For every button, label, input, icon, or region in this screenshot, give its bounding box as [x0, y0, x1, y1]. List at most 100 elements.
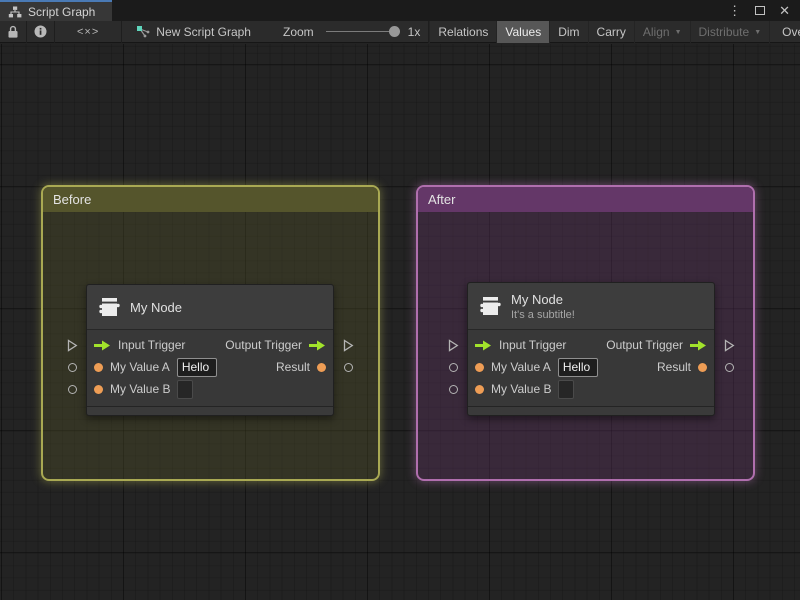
dim-label: Dim: [558, 24, 580, 39]
port-row-value-b: My Value B: [87, 378, 333, 400]
graph-toolbar: <×> New Script Graph Zoom 1x Relations V…: [0, 20, 800, 43]
node-after-input-ports: [446, 334, 460, 400]
node-before-body: Input Trigger Output Trigger My Value A: [87, 330, 333, 406]
input-trigger-label: Input Trigger: [118, 338, 186, 352]
port-row-value-b: My Value B: [468, 378, 714, 400]
info-icon: [34, 25, 47, 38]
unit-icon: [97, 296, 121, 318]
value-a-input[interactable]: [557, 357, 598, 377]
result-label: Result: [275, 360, 310, 374]
value-b-label: My Value B: [110, 382, 171, 396]
value-b-input[interactable]: [177, 379, 194, 399]
node-before[interactable]: My Node Input Trigger Output Trigger My …: [86, 284, 334, 416]
value-a-input[interactable]: [176, 357, 217, 377]
value-a-in-port[interactable]: [65, 356, 79, 378]
trigger-in-port[interactable]: [65, 334, 79, 356]
port-row-value-a: My Value A Result: [468, 356, 714, 378]
value-port-icon: [475, 384, 484, 394]
window-menu-icon[interactable]: ⋮: [728, 3, 741, 19]
lock-button[interactable]: [0, 21, 26, 43]
graph-asset-icon: [136, 25, 150, 38]
dim-button[interactable]: Dim: [550, 20, 589, 43]
overview-button[interactable]: Overview: [774, 21, 800, 43]
value-port-icon: [94, 362, 103, 372]
code-icon: <×>: [77, 25, 100, 38]
distribute-label: Distribute: [698, 24, 750, 39]
node-before-footer: [87, 406, 333, 415]
value-b-input[interactable]: [558, 379, 575, 399]
flow-arrow-icon: [690, 340, 707, 351]
relations-label: Relations: [438, 24, 489, 39]
port-row-trigger: Input Trigger Output Trigger: [468, 334, 714, 356]
values-button[interactable]: Values: [497, 20, 551, 43]
carry-label: Carry: [596, 24, 626, 39]
node-title: My Node: [511, 291, 564, 307]
tab-script-graph[interactable]: Script Graph: [0, 0, 112, 21]
node-before-input-ports: [65, 334, 79, 400]
trigger-out-port[interactable]: [341, 334, 355, 356]
code-view-button[interactable]: <×>: [55, 21, 121, 43]
node-before-wrapper: My Node Input Trigger Output Trigger My …: [67, 284, 354, 416]
value-port-icon: [698, 362, 707, 372]
maximize-icon[interactable]: [755, 6, 766, 15]
node-after[interactable]: My Node It's a subtitle! Input Trigger O…: [467, 282, 715, 416]
result-out-port[interactable]: [341, 356, 355, 378]
input-trigger-label: Input Trigger: [499, 338, 567, 352]
node-title: My Node: [130, 299, 183, 315]
carry-button[interactable]: Carry: [589, 20, 635, 43]
flow-arrow-icon: [475, 340, 492, 351]
value-b-label: My Value B: [491, 382, 552, 396]
output-trigger-label: Output Trigger: [225, 338, 302, 352]
zoom-value: 1x: [407, 24, 421, 39]
node-after-output-ports: [722, 334, 736, 400]
result-out-port[interactable]: [722, 356, 736, 378]
node-after-wrapper: My Node It's a subtitle! Input Trigger O…: [448, 282, 735, 416]
value-b-in-port[interactable]: [65, 378, 79, 400]
value-port-icon: [317, 362, 326, 372]
group-after-header[interactable]: After: [418, 187, 753, 212]
node-before-header[interactable]: My Node: [87, 285, 333, 330]
result-label: Result: [656, 360, 691, 374]
zoom-slider[interactable]: [325, 21, 400, 43]
relations-button[interactable]: Relations: [429, 20, 498, 43]
value-a-in-port[interactable]: [446, 356, 460, 378]
zoom-label: Zoom: [282, 24, 314, 39]
value-b-in-port[interactable]: [446, 378, 460, 400]
tab-bar: Script Graph ⋮ ✕: [0, 0, 800, 21]
window-controls: ⋮ ✕: [728, 0, 800, 21]
chevron-down-icon: ▼: [674, 29, 682, 36]
trigger-in-port[interactable]: [446, 334, 460, 356]
group-before-header[interactable]: Before: [43, 187, 378, 212]
node-after-footer: [468, 406, 714, 415]
unit-icon: [478, 295, 502, 317]
zoom-slider-handle[interactable]: [388, 25, 400, 37]
node-subtitle: It's a subtitle!: [511, 308, 575, 321]
node-after-header[interactable]: My Node It's a subtitle!: [468, 283, 714, 330]
node-before-output-ports: [341, 334, 355, 400]
zoom-control: Zoom 1x: [283, 21, 428, 43]
align-dropdown[interactable]: Align ▼: [635, 20, 691, 43]
graph-breadcrumb[interactable]: New Script Graph: [122, 25, 261, 39]
lock-icon: [7, 25, 19, 39]
graph-canvas[interactable]: Before After My Node Input Trigger Outpu…: [0, 44, 800, 600]
graph-name-label: New Script Graph: [156, 24, 251, 39]
align-label: Align: [642, 24, 670, 39]
port-row-trigger: Input Trigger Output Trigger: [87, 334, 333, 356]
value-a-label: My Value A: [110, 360, 170, 374]
trigger-out-port[interactable]: [722, 334, 736, 356]
script-graph-window: Script Graph ⋮ ✕ <×> New Script Graph Zo…: [0, 0, 800, 600]
value-port-icon: [475, 362, 484, 372]
value-a-label: My Value A: [491, 360, 551, 374]
values-label: Values: [505, 24, 542, 39]
group-before-title: Before: [53, 192, 92, 207]
flow-arrow-icon: [309, 340, 326, 351]
flow-arrow-icon: [94, 340, 111, 351]
port-row-value-a: My Value A Result: [87, 356, 333, 378]
value-port-icon: [94, 384, 103, 394]
overview-label: Overview: [782, 24, 800, 39]
close-icon[interactable]: ✕: [779, 3, 790, 19]
info-button[interactable]: [27, 21, 54, 43]
tab-title: Script Graph: [28, 4, 96, 19]
group-after-title: After: [428, 192, 456, 207]
distribute-dropdown[interactable]: Distribute ▼: [691, 20, 771, 43]
